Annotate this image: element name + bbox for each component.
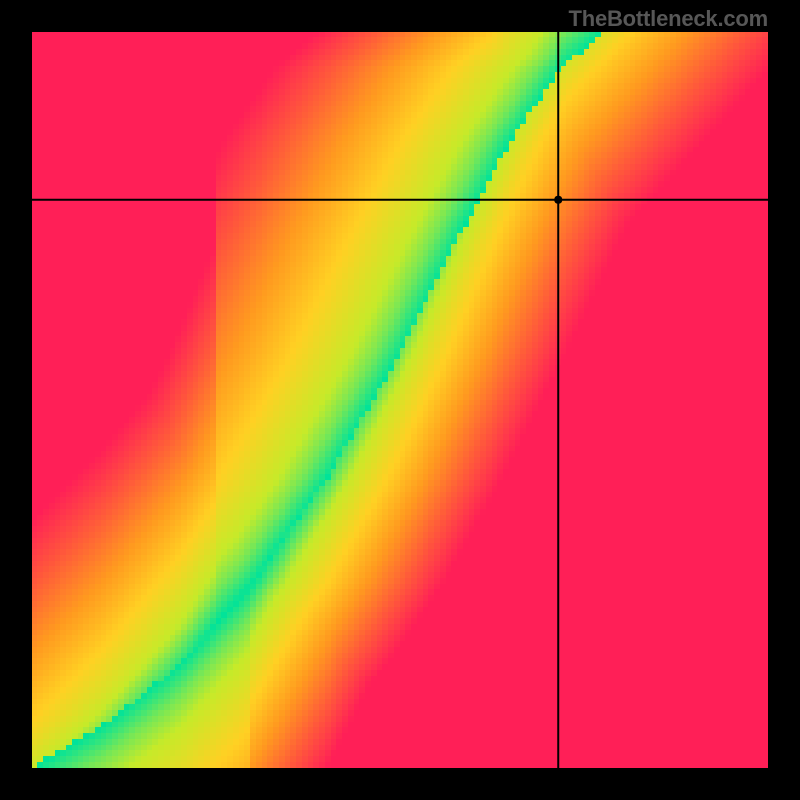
- bottleneck-heatmap: [32, 32, 768, 768]
- chart-container: TheBottleneck.com: [0, 0, 800, 800]
- watermark-text: TheBottleneck.com: [568, 6, 768, 32]
